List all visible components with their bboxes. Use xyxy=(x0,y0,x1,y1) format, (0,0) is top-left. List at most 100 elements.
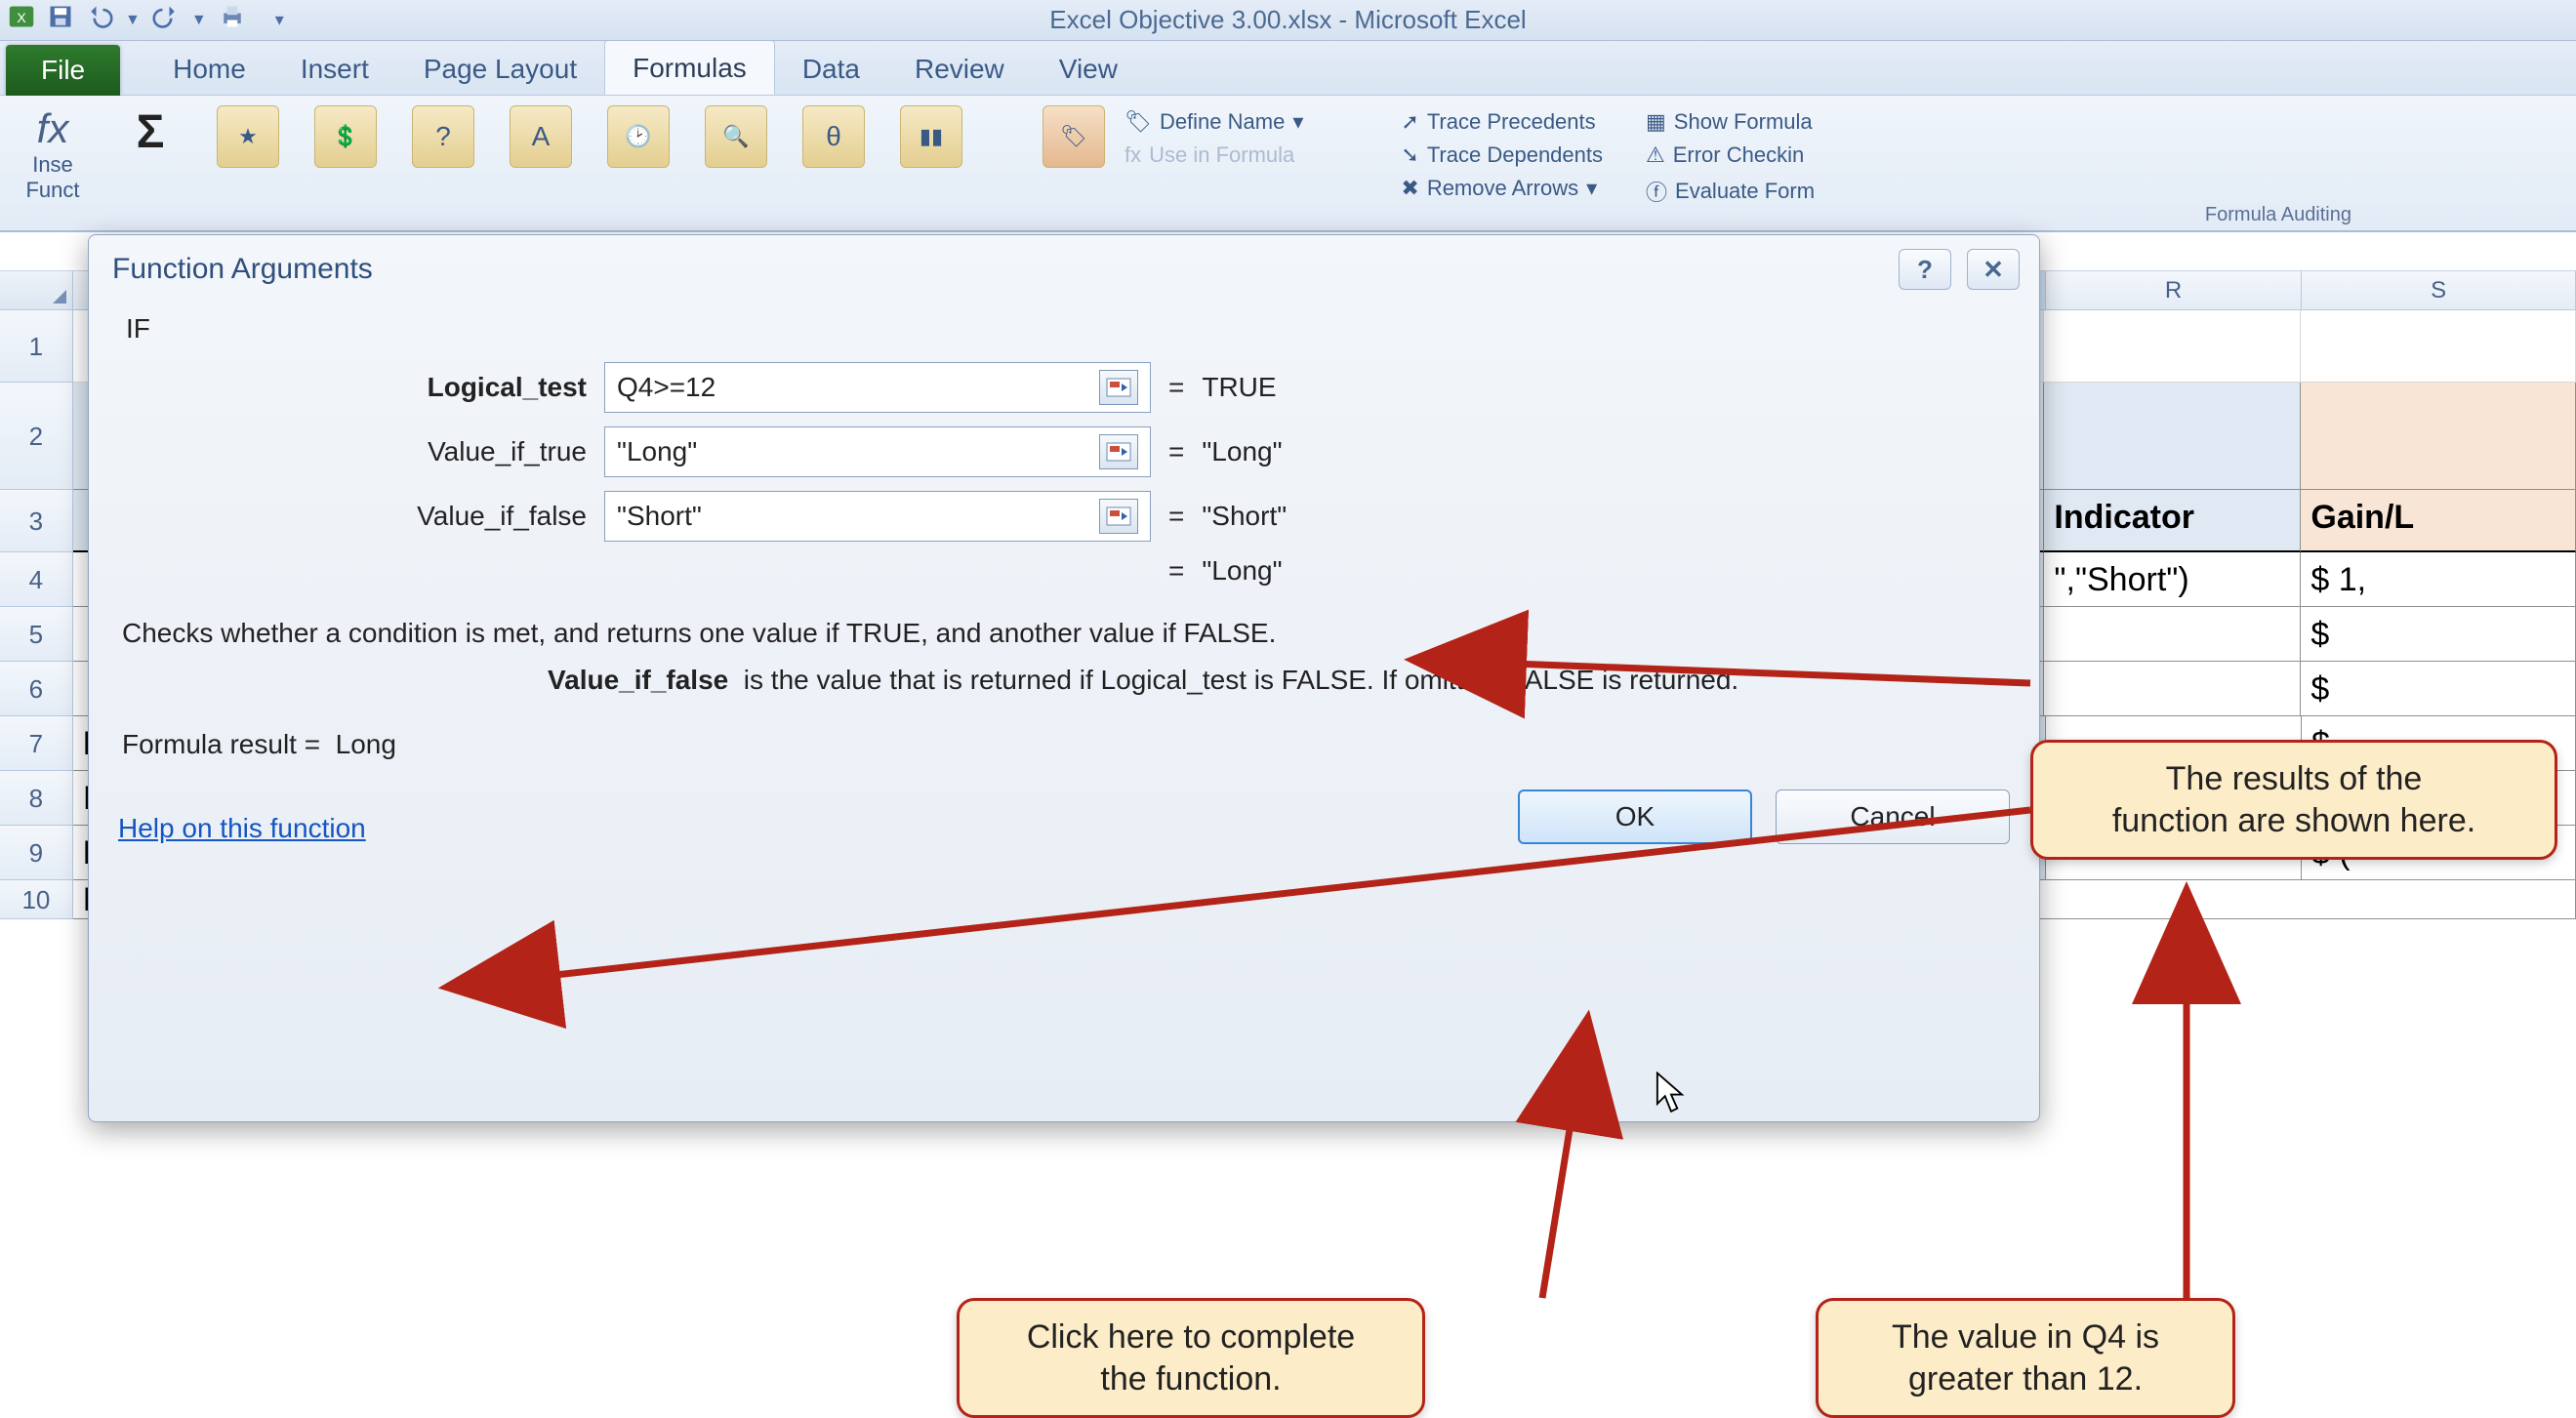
overall-result: "Long" xyxy=(1202,555,1282,587)
file-tab[interactable]: File xyxy=(6,45,120,96)
select-all-corner[interactable] xyxy=(0,271,73,309)
insert-fn-label-bottom: Funct xyxy=(25,178,79,203)
insert-function-button[interactable]: fx Inse Funct xyxy=(14,105,92,203)
dialog-help-button[interactable]: ? xyxy=(1899,249,1951,290)
row-header-4[interactable]: 4 xyxy=(0,552,73,607)
col-header-r[interactable]: R xyxy=(2046,271,2302,309)
name-manager-button[interactable]: 🏷 xyxy=(1043,105,1105,172)
evaluate-formula-button[interactable]: ⓕEvaluate Form xyxy=(1646,176,1815,207)
dropdown-icon[interactable]: ▼ xyxy=(191,12,207,29)
overall-equals: = xyxy=(1168,555,1184,587)
money-icon: 💲 xyxy=(332,124,358,149)
dialog-close-button[interactable]: ✕ xyxy=(1967,249,2020,290)
theta-icon: θ xyxy=(826,121,841,152)
callout-results: The results of the function are shown he… xyxy=(2030,740,2557,860)
arg-input-value-if-true[interactable]: "Long" xyxy=(604,426,1151,477)
collapse-dialog-icon[interactable] xyxy=(1099,499,1138,534)
tab-data[interactable]: Data xyxy=(775,42,887,95)
formula-result: Formula result = Long xyxy=(118,700,2010,768)
row-header-9[interactable]: 9 xyxy=(0,826,73,880)
window-title: Excel Objective 3.00.xlsx - Microsoft Ex… xyxy=(1049,5,1526,35)
define-name-button[interactable]: 🏷Define Name ▾ xyxy=(1124,109,1303,135)
title-bar: X ▼ ▼ ▾ Excel Objective 3.00.xlsx - Micr… xyxy=(0,0,2576,41)
evaluate-icon: ⓕ xyxy=(1646,176,1667,207)
tag-small-icon: 🏷 xyxy=(1124,109,1152,135)
arg-result-logical-test: TRUE xyxy=(1202,372,1276,403)
save-icon[interactable] xyxy=(47,3,74,37)
text-button[interactable]: A xyxy=(502,105,580,172)
col-header-s[interactable]: S xyxy=(2302,271,2576,309)
defined-names-group: 🏷Define Name ▾ fxUse in Formula xyxy=(1124,105,1303,168)
lookup-button[interactable]: 🔍 xyxy=(697,105,775,172)
arg-result-value-if-true: "Long" xyxy=(1202,436,1282,467)
dropdown-icon: ▾ xyxy=(1586,176,1597,201)
row-header-1[interactable]: 1 xyxy=(0,310,73,383)
formula-auditing-group-2: ▦Show Formula ⚠Error Checkin ⓕEvaluate F… xyxy=(1646,105,1815,207)
argument-description: Value_if_false is the value that is retu… xyxy=(118,653,2010,700)
tab-view[interactable]: View xyxy=(1032,42,1145,95)
formula-auditing-group: ➚Trace Precedents ➘Trace Dependents ✖Rem… xyxy=(1401,105,1603,201)
clock-icon: 🕑 xyxy=(625,124,651,149)
qat-customize-icon[interactable]: ▾ xyxy=(275,10,284,30)
remove-arrows-icon: ✖ xyxy=(1401,176,1418,201)
print-icon[interactable] xyxy=(219,3,246,37)
remove-arrows-button[interactable]: ✖Remove Arrows ▾ xyxy=(1401,176,1603,201)
show-formula-icon: ▦ xyxy=(1646,109,1666,135)
arg-label-value-if-false: Value_if_false xyxy=(118,501,587,532)
recently-used-button[interactable]: ★ xyxy=(209,105,287,172)
logical-button[interactable]: ? xyxy=(404,105,482,172)
undo-icon[interactable] xyxy=(86,3,113,37)
ok-button[interactable]: OK xyxy=(1518,790,1752,844)
books-icon: ▮▮ xyxy=(920,124,943,149)
trace-dependents-button[interactable]: ➘Trace Dependents xyxy=(1401,142,1603,168)
svg-text:X: X xyxy=(17,10,26,25)
financial-button[interactable]: 💲 xyxy=(307,105,385,172)
tab-insert[interactable]: Insert xyxy=(273,42,396,95)
function-name: IF xyxy=(118,307,2010,362)
arg-label-value-if-true: Value_if_true xyxy=(118,436,587,467)
lookup-icon: 🔍 xyxy=(722,124,749,149)
arg-input-logical-test[interactable]: Q4>=12 xyxy=(604,362,1151,413)
math-trig-button[interactable]: θ xyxy=(795,105,873,172)
ribbon-tabs: File Home Insert Page Layout Formulas Da… xyxy=(0,41,2576,96)
close-icon: ✕ xyxy=(1983,255,2004,285)
quick-access-toolbar: X ▼ ▼ ▾ xyxy=(0,3,284,37)
row-header-2[interactable]: 2 xyxy=(0,383,73,490)
group-label-auditing: Formula Auditing xyxy=(2205,204,2351,226)
error-icon: ⚠ xyxy=(1646,142,1665,168)
dropdown-icon: ▾ xyxy=(1292,109,1303,135)
date-time-button[interactable]: 🕑 xyxy=(599,105,677,172)
tab-page-layout[interactable]: Page Layout xyxy=(396,42,604,95)
cancel-button[interactable]: Cancel xyxy=(1776,790,2010,844)
arg-input-value-if-false[interactable]: "Short" xyxy=(604,491,1151,542)
show-formulas-button[interactable]: ▦Show Formula xyxy=(1646,109,1815,135)
row-header-5[interactable]: 5 xyxy=(0,607,73,662)
dropdown-icon[interactable]: ▼ xyxy=(125,12,141,29)
dialog-title: Function Arguments xyxy=(112,253,373,286)
function-arguments-dialog: Function Arguments ? ✕ IF Logical_test Q… xyxy=(88,234,2040,1122)
text-a-icon: A xyxy=(532,121,551,152)
redo-icon[interactable] xyxy=(152,3,180,37)
question-icon: ? xyxy=(435,121,451,152)
tab-review[interactable]: Review xyxy=(887,42,1032,95)
collapse-dialog-icon[interactable] xyxy=(1099,370,1138,405)
tab-formulas[interactable]: Formulas xyxy=(604,40,775,95)
function-description: Checks whether a condition is met, and r… xyxy=(118,600,2010,653)
tab-home[interactable]: Home xyxy=(145,42,273,95)
row-header-7[interactable]: 7 xyxy=(0,716,73,771)
error-checking-button[interactable]: ⚠Error Checkin xyxy=(1646,142,1815,168)
trace-precedents-button[interactable]: ➚Trace Precedents xyxy=(1401,109,1603,135)
help-on-function-link[interactable]: Help on this function xyxy=(118,813,366,844)
more-functions-button[interactable]: ▮▮ xyxy=(892,105,970,172)
row-header-10[interactable]: 10 xyxy=(0,880,73,919)
autosum-button[interactable]: Σ xyxy=(111,105,189,159)
row-header-6[interactable]: 6 xyxy=(0,662,73,716)
use-in-formula-button: fxUse in Formula xyxy=(1124,142,1303,168)
excel-icon: X xyxy=(8,3,35,37)
mouse-cursor-icon xyxy=(1655,1072,1688,1114)
ribbon-body: fx Inse Funct Σ ★ 💲 ? A 🕑 🔍 θ ▮▮ 🏷 🏷Defi… xyxy=(0,96,2576,232)
collapse-dialog-icon[interactable] xyxy=(1099,434,1138,469)
trace-prec-icon: ➚ xyxy=(1401,109,1418,135)
row-header-3[interactable]: 3 xyxy=(0,490,73,552)
row-header-8[interactable]: 8 xyxy=(0,771,73,826)
